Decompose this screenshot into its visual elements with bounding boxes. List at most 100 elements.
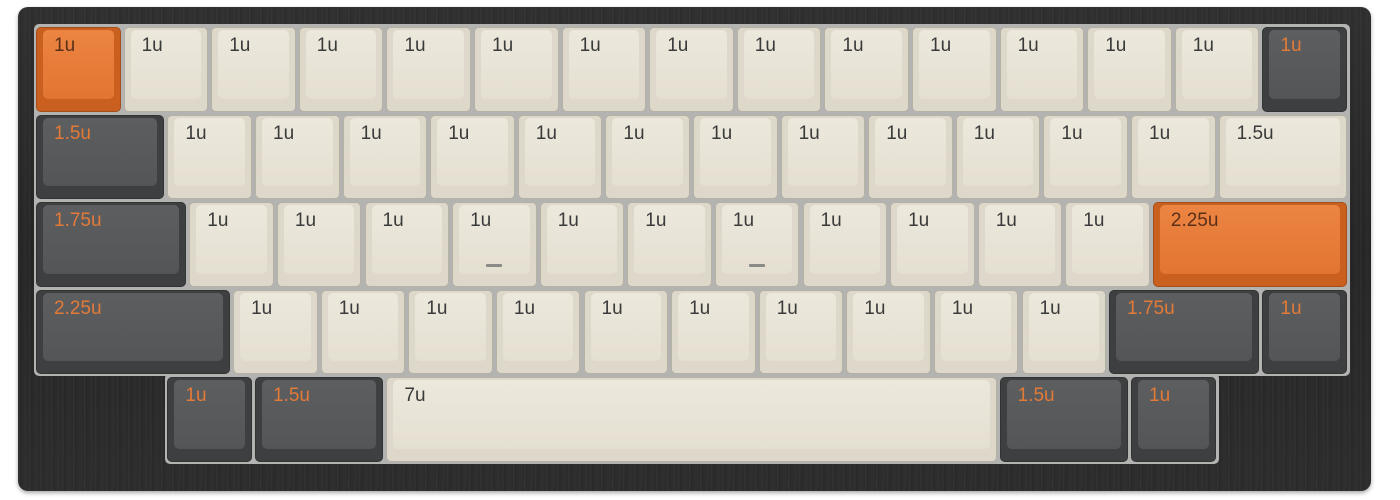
key-legend: 1u [185,385,207,407]
key-r2-10[interactable]: 1u [868,114,953,200]
key-legend: 1u [1039,297,1061,319]
key-legend: 1u [316,35,338,56]
key-legend: 1u [667,35,689,56]
key-r4-13[interactable]: 1u [1262,289,1347,375]
key-r4-8[interactable]: 1u [758,289,844,375]
key-legend: 1u [645,210,667,232]
key-r3-6[interactable]: 1u [539,202,625,287]
key-r4-6[interactable]: 1u [583,289,669,375]
key-r3-2[interactable]: 1u [189,202,274,287]
key-r4-2[interactable]: 1u [233,289,318,375]
key-r4-11[interactable]: 1u [1021,289,1107,375]
key-legend: 1u [754,35,776,56]
key-r4-4[interactable]: 1u [408,289,493,375]
key-r3-10[interactable]: 1u [890,202,975,287]
key-r1-7[interactable]: 1u [561,27,647,112]
key-legend: 1u [951,297,974,319]
key-r5-3[interactable]: 7u [386,377,997,462]
key-legend: 7u [404,385,426,407]
key-legend: 1u [448,122,470,144]
key-r1-15[interactable]: 1u [1262,27,1347,112]
key-legend: 1u [798,122,820,144]
key-legend: 1u [623,122,645,144]
key-r4-9[interactable]: 1u [846,289,931,375]
key-r3-12[interactable]: 1u [1065,202,1150,287]
key-r1-14[interactable]: 1u [1174,27,1260,112]
key-r3-7[interactable]: 1u [627,202,712,287]
key-r3-4[interactable]: 1u [364,202,450,287]
key-r4-1[interactable]: 2.25u [36,289,231,375]
key-r1-8[interactable]: 1u [649,27,734,112]
key-legend: 1.5u [1236,122,1274,144]
key-r2-9[interactable]: 1u [780,114,866,200]
key-legend: 1u [513,297,536,319]
key-legend: 1u [404,35,426,56]
key-r1-10[interactable]: 1u [824,27,909,112]
key-r1-1[interactable]: 1u [36,27,121,112]
key-legend: 2.25u [1170,210,1219,232]
key-legend: 1u [1017,35,1039,56]
key-r1-6[interactable]: 1u [474,27,559,112]
key-legend: 1u [229,35,251,56]
key-r3-8[interactable]: 1u [714,202,800,287]
key-legend: 1u [776,297,798,319]
key-r4-5[interactable]: 1u [495,289,581,375]
key-legend: 1u [886,122,908,144]
key-r2-12[interactable]: 1u [1043,114,1128,200]
keycap-top [393,380,990,449]
key-r3-11[interactable]: 1u [977,202,1063,287]
key-r2-3[interactable]: 1u [255,114,340,200]
key-legend: 1u [995,210,1017,232]
key-r2-14[interactable]: 1.5u [1218,114,1347,200]
key-r2-5[interactable]: 1u [430,114,515,200]
key-r2-7[interactable]: 1u [605,114,690,200]
key-legend: 1u [601,297,623,319]
key-r1-13[interactable]: 1u [1087,27,1172,112]
key-r3-3[interactable]: 1u [276,202,362,287]
key-r4-10[interactable]: 1u [933,289,1019,375]
key-r2-8[interactable]: 1u [693,114,778,200]
key-r5-5[interactable]: 1u [1131,377,1216,462]
key-r3-9[interactable]: 1u [802,202,888,287]
key-r2-13[interactable]: 1u [1131,114,1216,200]
key-legend: 1u [54,35,76,56]
key-legend: 1u [141,35,163,56]
key-legend: 1.5u [54,122,91,144]
key-legend: 1u [689,297,711,319]
key-r2-4[interactable]: 1u [342,114,428,200]
key-r4-3[interactable]: 1u [320,289,406,375]
homing-bar-icon [486,263,503,267]
key-r1-9[interactable]: 1u [736,27,822,112]
key-legend: 1u [732,210,755,232]
key-legend: 1u [535,122,557,144]
key-r4-7[interactable]: 1u [671,289,756,375]
key-r5-1[interactable]: 1u [167,377,252,462]
key-legend: 1u [1083,210,1105,232]
key-r2-6[interactable]: 1u [517,114,603,200]
key-r1-3[interactable]: 1u [211,27,296,112]
key-r1-4[interactable]: 1u [298,27,384,112]
key-legend: 1u [1149,122,1171,144]
key-r1-2[interactable]: 1u [123,27,209,112]
key-r4-12[interactable]: 1.75u [1109,289,1260,375]
key-legend: 1u [185,122,207,144]
key-legend: 1u [294,210,317,232]
key-r5-4[interactable]: 1.5u [999,377,1128,462]
key-r3-1[interactable]: 1.75u [36,202,187,287]
key-r1-12[interactable]: 1u [999,27,1085,112]
key-r3-13[interactable]: 2.25u [1152,202,1347,287]
key-r1-5[interactable]: 1u [386,27,471,112]
key-r2-1[interactable]: 1.5u [36,114,165,200]
key-legend: 1u [426,297,448,319]
key-r5-2[interactable]: 1.5u [255,377,384,462]
key-legend: 1u [273,122,295,144]
key-legend: 1.75u [1127,297,1175,319]
key-legend: 1u [360,122,382,144]
key-r1-11[interactable]: 1u [912,27,997,112]
key-legend: 1u [207,210,229,232]
key-r2-2[interactable]: 1u [167,114,252,200]
key-r2-11[interactable]: 1u [955,114,1041,200]
key-r3-5[interactable]: 1u [452,202,537,287]
key-legend: 1u [251,297,273,319]
key-legend: 1u [338,297,360,319]
